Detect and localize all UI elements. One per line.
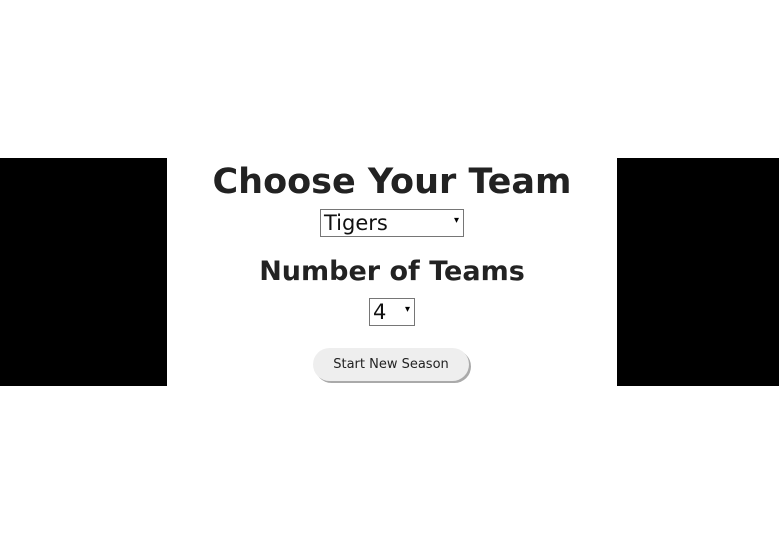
left-black-panel — [0, 158, 167, 386]
start-new-season-button[interactable]: Start New Season — [313, 348, 469, 381]
chevron-down-icon: ▾ — [453, 215, 459, 226]
team-count-select-value: 4 — [373, 300, 387, 324]
team-count-select[interactable]: 4 ▾ — [369, 298, 415, 326]
choose-team-heading: Choose Your Team — [212, 162, 572, 202]
team-select[interactable]: Tigers ▾ — [320, 209, 464, 237]
chevron-down-icon: ▾ — [404, 304, 410, 315]
team-setup-panel: Choose Your Team Tigers ▾ Number of Team… — [167, 158, 617, 386]
right-black-panel — [617, 158, 779, 386]
team-select-value: Tigers — [324, 211, 388, 235]
number-of-teams-heading: Number of Teams — [259, 256, 525, 287]
